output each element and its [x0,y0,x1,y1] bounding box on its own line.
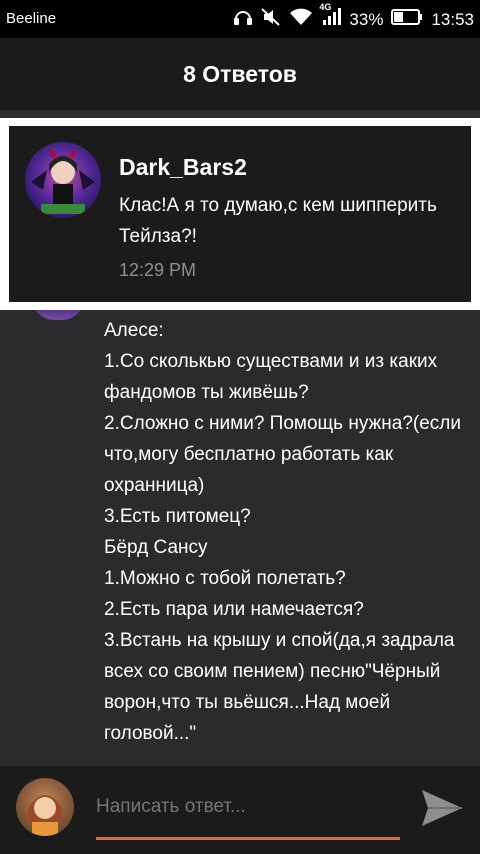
avatar[interactable] [32,310,84,320]
status-icons: 4G 33% 13:53 [233,2,474,31]
reply-composer [0,766,480,854]
battery-percent: 33% [349,9,384,29]
mute-icon [261,8,281,31]
carrier-name: Beeline [6,10,57,27]
reply-username[interactable]: Dark_Bars2 [119,154,247,181]
highlighted-reply-card[interactable]: Dark_Bars2 Клас!А я то думаю,с кем шиппе… [9,126,471,302]
send-icon [422,790,462,826]
avatar[interactable] [25,142,101,218]
signal-icon: 4G [319,2,342,31]
send-button[interactable] [420,788,464,828]
reply-input[interactable] [96,796,402,818]
headset-icon [233,8,253,31]
page-title: 8 Ответов [183,60,297,87]
clock: 13:53 [431,9,474,29]
network-type: 4G [319,2,332,12]
reply-message: Клас!А я то думаю,с кем шипперить Тейлза… [119,195,437,247]
page-header: 8 Ответов [0,38,480,110]
reply-timestamp: 12:29 PM [119,260,197,280]
wifi-icon [289,8,313,31]
battery-icon [391,9,423,30]
avatar[interactable] [16,778,74,836]
thread-message-text: Алесе: 1.Со сколькью существами и из как… [104,320,461,744]
thread-message: Алесе: 1.Со сколькью существами и из как… [0,310,480,766]
input-underline [96,837,400,840]
status-bar: Beeline 4G 33% 13:53 [0,0,480,38]
